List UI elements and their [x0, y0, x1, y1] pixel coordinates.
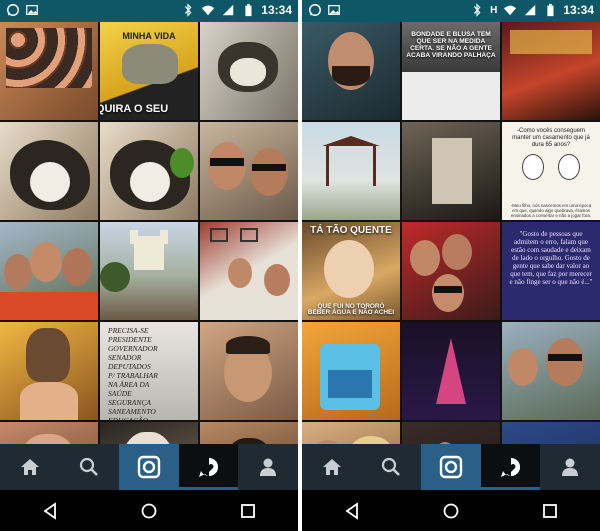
photo-tile[interactable]: [502, 422, 600, 444]
tile-sign-text: PRECISA-SE PRESIDENTE GOVERNADOR SENADOR…: [108, 326, 158, 420]
photo-tile[interactable]: [502, 22, 600, 120]
battery-icon: [245, 3, 252, 17]
status-bar: 13:34: [0, 0, 298, 22]
wifi-icon: [504, 5, 517, 16]
signal-icon: [223, 4, 234, 16]
photo-tile[interactable]: [302, 322, 400, 420]
photo-tile[interactable]: "Gosto de pessoas que admitem o erro, fa…: [502, 222, 600, 320]
photo-tile[interactable]: BONDADE E BLUSA TEM QUE SER NA MEDIDA CE…: [402, 22, 500, 120]
photo-tile[interactable]: [100, 422, 198, 444]
photo-tile[interactable]: TÁ TÃO QUENTE QUE FUI NO TORORÓ BEBER ÁG…: [302, 222, 400, 320]
photo-tile[interactable]: [200, 422, 298, 444]
whatsapp-icon: [7, 4, 19, 16]
photo-tile[interactable]: PRECISA-SE PRESIDENTE GOVERNADOR SENADOR…: [100, 322, 198, 420]
photo-tile[interactable]: [200, 222, 298, 320]
nav-home[interactable]: [0, 444, 60, 490]
home-icon: [322, 459, 341, 475]
nav-explore[interactable]: [362, 444, 422, 490]
nav-news[interactable]: [178, 444, 239, 490]
photo-tile[interactable]: [302, 22, 400, 120]
nav-camera[interactable]: [119, 444, 179, 490]
tile-note: -Como vocês conseguem manter um casament…: [512, 128, 590, 148]
tile-caption-top: TÁ TÃO QUENTE: [310, 225, 392, 236]
system-nav-bar: [0, 490, 298, 531]
nav-profile[interactable]: [540, 444, 600, 490]
home-icon: [20, 459, 39, 475]
photo-tile[interactable]: [402, 322, 500, 420]
tile-subcaption: MINHA VIDA: [122, 31, 176, 41]
photo-tile[interactable]: [200, 22, 298, 120]
photo-tile[interactable]: [0, 122, 98, 220]
back-button[interactable]: [30, 496, 70, 526]
status-time: 13:34: [261, 3, 292, 17]
photo-grid: BONDADE E BLUSA TEM QUE SER NA MEDIDA CE…: [302, 22, 600, 444]
tile-footer: -Meu filho, nós nascemos em uma época em…: [510, 202, 592, 218]
camera-icon: [439, 455, 463, 479]
person-icon: [260, 458, 277, 476]
heart-bubble-icon: [500, 457, 520, 477]
photo-tile[interactable]: [0, 322, 98, 420]
photo-tile[interactable]: -Como vocês conseguem manter um casament…: [502, 122, 600, 220]
photo-tile[interactable]: [100, 222, 198, 320]
bluetooth-icon: [473, 3, 481, 17]
signal-icon: [525, 4, 536, 16]
battery-icon: [547, 3, 554, 17]
back-button[interactable]: [332, 496, 372, 526]
camera-icon: [137, 455, 161, 479]
nav-news[interactable]: [480, 444, 541, 490]
photo-tile[interactable]: [402, 422, 500, 444]
recents-icon: [241, 503, 256, 518]
photo-grid: MINHA VIDA ADQUIRA O SEU: [0, 22, 298, 444]
photo-tile[interactable]: [0, 22, 98, 120]
nav-home[interactable]: [302, 444, 362, 490]
photo-tile[interactable]: MINHA VIDA ADQUIRA O SEU: [100, 22, 198, 120]
photo-tile[interactable]: [200, 122, 298, 220]
recents-icon: [543, 503, 558, 518]
phone-screen-left: 13:34 MINHA VIDA ADQUIRA O SEU: [0, 0, 298, 531]
status-time: 13:34: [563, 3, 594, 17]
wifi-icon: [202, 5, 215, 16]
nav-camera[interactable]: [421, 444, 481, 490]
network-type-indicator: H: [490, 4, 498, 16]
phone-screen-right: H 13:34 BONDADE E BLUSA TEM QUE SER NA M…: [302, 0, 600, 531]
photo-tile[interactable]: [0, 422, 98, 444]
tile-note: "Gosto de pessoas que admitem o erro, fa…: [509, 230, 593, 287]
image-icon: [26, 5, 38, 15]
photo-tile[interactable]: [302, 122, 400, 220]
photo-tile[interactable]: [402, 122, 500, 220]
photo-tile[interactable]: [0, 222, 98, 320]
tile-caption: ADQUIRA O SEU: [100, 103, 169, 116]
photo-tile[interactable]: [200, 322, 298, 420]
nav-explore[interactable]: [60, 444, 120, 490]
recents-button[interactable]: [530, 496, 570, 526]
home-circle-icon: [443, 503, 459, 518]
tile-caption-bottom: QUE FUI NO TORORÓ BEBER ÁGUA E NÃO ACHEI: [307, 302, 395, 317]
back-icon: [345, 501, 358, 520]
image-icon: [328, 5, 340, 15]
bottom-nav: [302, 444, 600, 490]
recents-button[interactable]: [228, 496, 268, 526]
home-button[interactable]: [129, 496, 169, 526]
home-circle-icon: [141, 503, 157, 518]
tile-caption: BONDADE E BLUSA TEM QUE SER NA MEDIDA CE…: [406, 31, 496, 59]
whatsapp-icon: [309, 4, 321, 16]
search-icon: [80, 457, 99, 476]
photo-tile[interactable]: [402, 222, 500, 320]
bottom-nav: [0, 444, 298, 490]
photo-tile[interactable]: [302, 422, 400, 444]
home-button[interactable]: [431, 496, 471, 526]
status-bar: H 13:34: [302, 0, 600, 22]
photo-tile[interactable]: [502, 322, 600, 420]
nav-profile[interactable]: [238, 444, 298, 490]
heart-bubble-icon: [198, 457, 218, 477]
bluetooth-icon: [185, 3, 192, 17]
back-icon: [43, 501, 56, 520]
person-icon: [562, 458, 579, 476]
photo-tile[interactable]: [100, 122, 198, 220]
search-icon: [382, 457, 401, 476]
system-nav-bar: [302, 490, 600, 531]
